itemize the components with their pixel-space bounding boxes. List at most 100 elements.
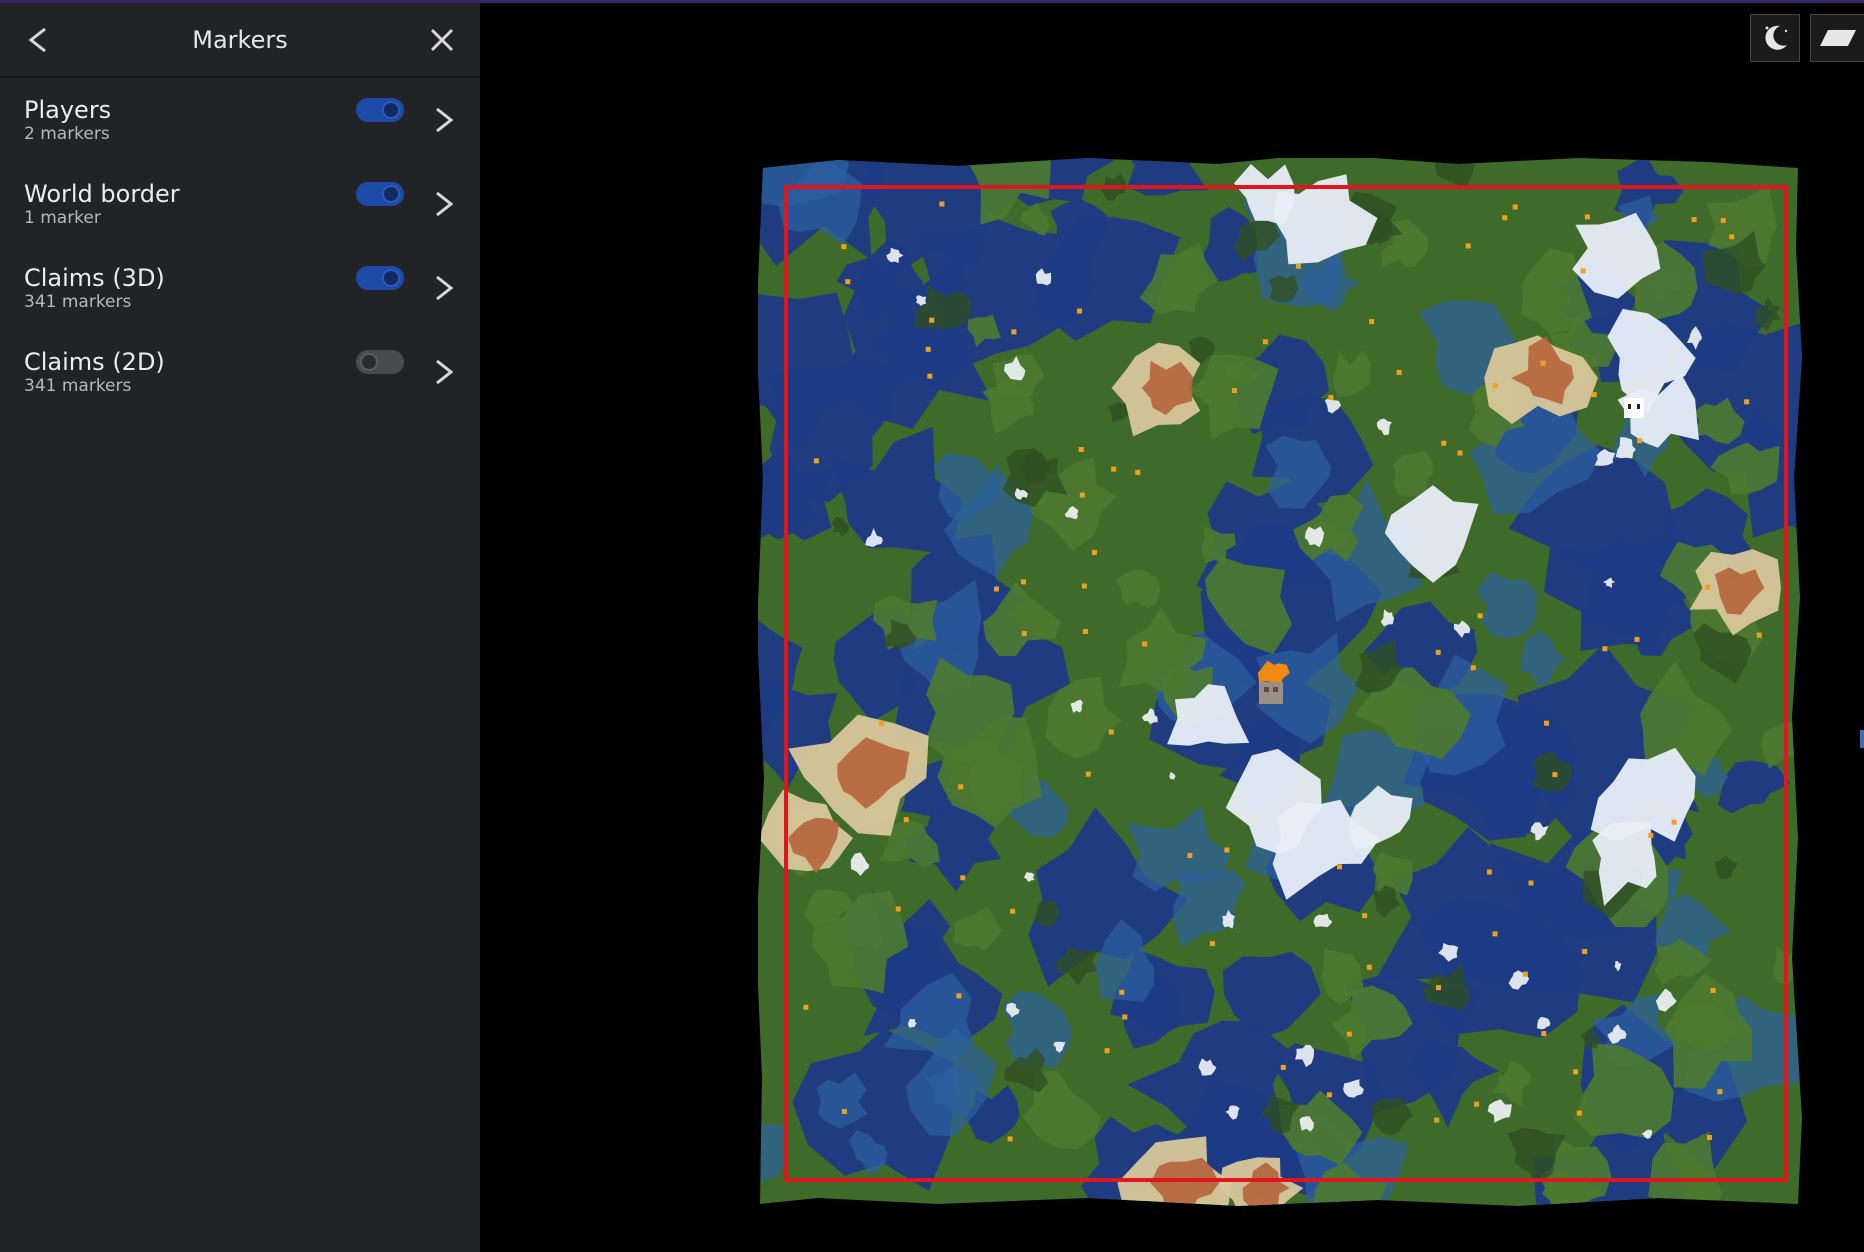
marker-row-players[interactable]: Players 2 markers [0,78,480,162]
claim-marker[interactable] [1522,971,1528,977]
claim-marker[interactable] [1470,665,1476,671]
claim-marker[interactable] [1502,215,1508,221]
claim-marker[interactable] [1396,369,1402,375]
claim-marker[interactable] [1720,218,1726,223]
claim-marker[interactable] [1707,1135,1712,1140]
marker-row-claims-2d[interactable]: Claims (2D) 341 markers [0,330,480,414]
claim-marker[interactable] [1366,964,1372,970]
back-button[interactable] [18,20,58,60]
marker-row-claims-3d[interactable]: Claims (3D) 341 markers [0,246,480,330]
claim-marker[interactable] [1436,985,1441,991]
claim-marker[interactable] [1104,1048,1110,1054]
close-button[interactable] [422,20,462,60]
claim-marker[interactable] [1634,636,1640,642]
claim-marker[interactable] [1328,395,1334,400]
claim-marker[interactable] [1434,1117,1440,1123]
claim-marker[interactable] [994,586,999,592]
claim-marker[interactable] [1007,1136,1013,1142]
marker-row-world-border[interactable]: World border 1 marker [0,162,480,246]
claim-marker[interactable] [1584,214,1590,220]
claim-marker[interactable] [1232,388,1237,393]
claim-marker[interactable] [1552,772,1558,778]
open-marker-set-button[interactable] [428,184,460,224]
claim-marker[interactable] [1492,931,1498,937]
claim-marker[interactable] [1108,729,1114,735]
marker-toggle[interactable] [356,350,404,374]
claim-marker[interactable] [1224,847,1230,853]
claim-marker[interactable] [1021,579,1026,585]
claim-marker[interactable] [1209,941,1215,947]
claim-marker[interactable] [1280,1064,1286,1070]
claim-marker[interactable] [1704,584,1710,590]
marker-toggle[interactable] [356,182,404,206]
claim-marker[interactable] [1362,913,1368,919]
claim-marker[interactable] [1011,329,1017,335]
flat-view-button[interactable] [1810,14,1864,62]
claim-marker[interactable] [841,1109,847,1114]
claim-marker[interactable] [1337,864,1342,870]
claim-marker[interactable] [1111,466,1117,472]
world-map[interactable] [756,154,1803,1208]
claim-marker[interactable] [895,906,901,912]
claim-marker[interactable] [1119,989,1125,995]
claim-marker[interactable] [1435,649,1441,655]
claim-marker[interactable] [1756,632,1762,638]
claim-marker[interactable] [1528,880,1534,886]
claim-marker[interactable] [1082,629,1088,634]
night-mode-button[interactable] [1750,14,1800,62]
claim-marker[interactable] [1671,819,1677,825]
claim-marker[interactable] [1142,641,1148,647]
claim-marker[interactable] [1010,908,1016,914]
claim-marker[interactable] [1540,360,1546,366]
claim-marker[interactable] [1021,631,1027,637]
claim-marker[interactable] [1465,243,1471,249]
claim-marker[interactable] [1091,550,1097,555]
player-marker[interactable] [1259,682,1283,704]
claim-marker[interactable] [956,993,962,999]
marker-toggle[interactable] [356,266,404,290]
claim-marker[interactable] [1729,234,1735,240]
claim-marker[interactable] [1079,492,1085,498]
claim-marker[interactable] [1326,1092,1332,1098]
claim-marker[interactable] [927,373,933,379]
claim-marker[interactable] [1744,399,1750,405]
claim-marker[interactable] [960,875,966,881]
open-marker-set-button[interactable] [428,100,460,140]
claim-marker[interactable] [1122,1014,1128,1020]
claim-marker[interactable] [1441,440,1447,446]
claim-marker[interactable] [1544,720,1549,726]
claim-marker[interactable] [879,720,884,726]
claim-marker[interactable] [1580,268,1586,274]
claim-marker[interactable] [925,346,931,352]
claim-marker[interactable] [1078,447,1084,452]
claim-marker[interactable] [1262,339,1268,345]
open-marker-set-button[interactable] [428,268,460,308]
claim-marker[interactable] [1602,646,1608,652]
claim-marker[interactable] [841,244,847,250]
claim-marker[interactable] [1477,613,1483,619]
claim-marker[interactable] [1486,869,1492,875]
claim-marker[interactable] [1648,832,1654,838]
claim-marker[interactable] [1582,949,1588,954]
claim-marker[interactable] [1369,319,1375,325]
claim-marker[interactable] [1591,392,1597,398]
claim-marker[interactable] [1077,308,1082,314]
marker-toggle[interactable] [356,98,404,122]
claim-marker[interactable] [813,458,819,464]
player-marker[interactable] [1624,398,1644,418]
claim-marker[interactable] [1187,853,1193,858]
claim-marker[interactable] [1573,1069,1579,1075]
open-marker-set-button[interactable] [428,352,460,392]
claim-marker[interactable] [1346,1031,1352,1037]
claim-marker[interactable] [903,817,909,823]
claim-marker[interactable] [1710,988,1716,993]
claim-marker[interactable] [1474,1101,1480,1107]
claim-marker[interactable] [845,279,851,285]
claim-marker[interactable] [958,784,964,790]
claim-marker[interactable] [939,201,945,207]
claim-marker[interactable] [1085,771,1091,777]
claim-marker[interactable] [929,317,935,323]
claim-marker[interactable] [1492,383,1498,389]
claim-marker[interactable] [1295,263,1301,269]
claim-marker[interactable] [1135,469,1141,475]
